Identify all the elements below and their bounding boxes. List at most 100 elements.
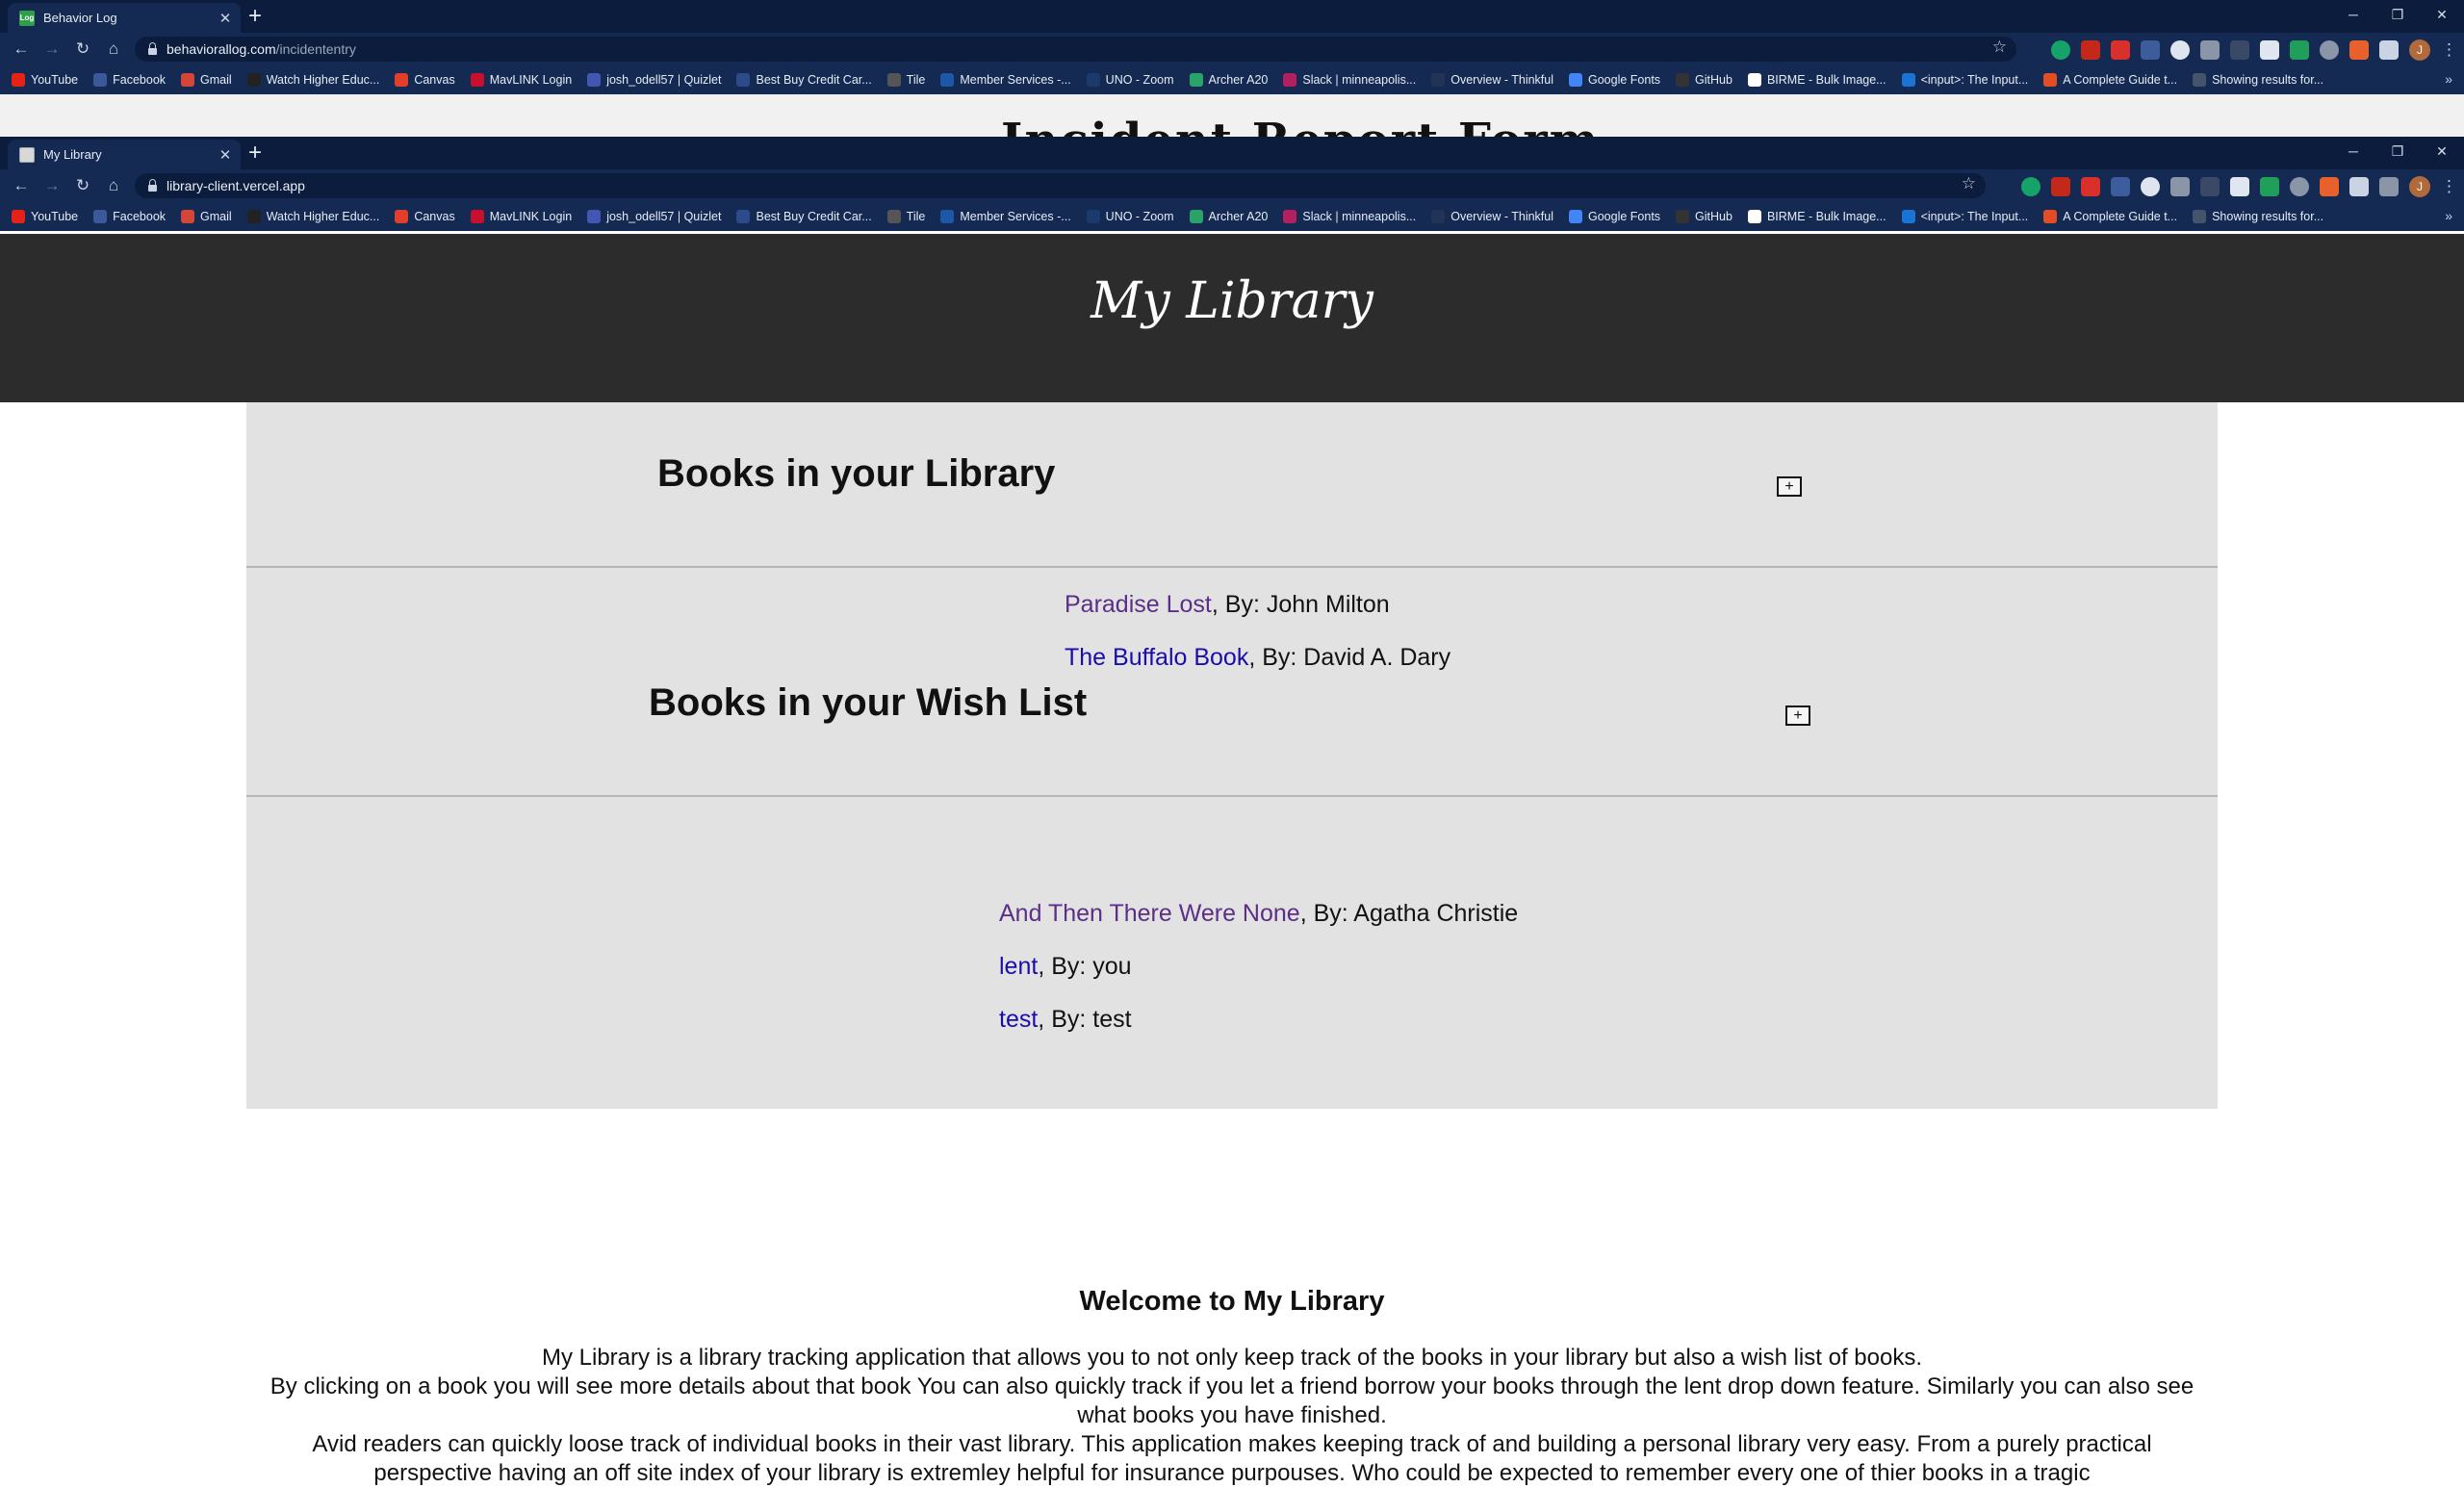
bookmark-item[interactable]: UNO - Zoom [1086, 73, 1174, 87]
bookmark-item[interactable]: Overview - Thinkful [1431, 73, 1553, 87]
color-picker-extension-icon[interactable] [2230, 40, 2249, 60]
restore-icon[interactable]: ❐ [2375, 137, 2420, 169]
bookmark-item[interactable]: UNO - Zoom [1086, 210, 1174, 223]
reading-list-icon[interactable] [2379, 177, 2399, 196]
bookmark-item[interactable]: Archer A20 [1189, 210, 1268, 223]
profile-avatar[interactable]: J [2409, 39, 2430, 61]
grammarly-extension-icon[interactable] [2051, 40, 2070, 60]
address-bar[interactable]: behaviorallog.com/incidententry ☆ [135, 37, 2016, 62]
bookmark-item[interactable]: Facebook [93, 73, 166, 87]
wordpress-extension-icon[interactable] [2320, 40, 2339, 60]
bookmark-item[interactable]: Member Services -... [940, 73, 1071, 87]
home-icon[interactable]: ⌂ [98, 176, 129, 195]
minimize-icon[interactable]: ─ [2331, 137, 2375, 169]
book-link[interactable]: lent [999, 953, 1038, 980]
bookmark-item[interactable]: Google Fonts [1569, 73, 1660, 87]
bookmark-item[interactable]: BIRME - Bulk Image... [1747, 210, 1886, 223]
puzzle-extensions-icon[interactable] [2349, 177, 2369, 196]
bookmark-item[interactable]: Archer A20 [1189, 73, 1268, 87]
more-bookmarks-icon[interactable]: » [2445, 208, 2452, 223]
pdf-extension-icon[interactable] [2051, 177, 2070, 196]
forward-arrow-icon[interactable]: → [37, 39, 67, 59]
bookmark-item[interactable]: josh_odell57 | Quizlet [587, 210, 721, 223]
wordpress-extension-icon[interactable] [2290, 177, 2309, 196]
more-bookmarks-icon[interactable]: » [2445, 71, 2452, 87]
bookmark-item[interactable]: Canvas [395, 210, 455, 223]
bookmark-item[interactable]: Gmail [181, 210, 232, 223]
bookmark-item[interactable]: Watch Higher Educ... [246, 73, 379, 87]
back-arrow-icon[interactable]: ← [6, 176, 37, 195]
profile-avatar[interactable]: J [2409, 176, 2430, 197]
bookmark-star-icon[interactable]: ☆ [1992, 38, 2007, 57]
tab-behavior-log[interactable]: Log Behavior Log ✕ [8, 3, 241, 33]
tab-close-icon[interactable]: ✕ [216, 10, 235, 27]
bookmark-item[interactable]: Best Buy Credit Car... [736, 73, 872, 87]
facebook-extension-icon[interactable] [2141, 40, 2160, 60]
restore-icon[interactable]: ❐ [2375, 0, 2420, 33]
bookmark-item[interactable]: BIRME - Bulk Image... [1747, 73, 1886, 87]
bookmark-item[interactable]: Showing results for... [2193, 73, 2323, 87]
tab-my-library[interactable]: My Library ✕ [8, 140, 241, 169]
bookmark-item[interactable]: Slack | minneapolis... [1283, 73, 1416, 87]
bookmark-item[interactable]: MavLINK Login [470, 73, 572, 87]
bookmark-item[interactable]: Slack | minneapolis... [1283, 210, 1416, 223]
lastpass-extension-icon[interactable] [2111, 40, 2130, 60]
color-picker-extension-icon[interactable] [2200, 177, 2220, 196]
tracking-extension-icon[interactable] [2170, 40, 2190, 60]
bookmark-item[interactable]: <input>: The Input... [1901, 210, 2028, 223]
pen-extension-icon[interactable] [2320, 177, 2339, 196]
lastpass-extension-icon[interactable] [2081, 177, 2100, 196]
bookmark-item[interactable]: Member Services -... [940, 210, 1071, 223]
bookmark-item[interactable]: Facebook [93, 210, 166, 223]
bookmark-item[interactable]: YouTube [12, 73, 78, 87]
bookmark-item[interactable]: A Complete Guide t... [2043, 210, 2177, 223]
bookmark-star-icon[interactable]: ☆ [1962, 174, 1976, 193]
address-bar[interactable]: library-client.vercel.app ☆ [135, 173, 1986, 198]
window-extension-icon[interactable] [2200, 40, 2220, 60]
bookmark-item[interactable]: Best Buy Credit Car... [736, 210, 872, 223]
close-icon[interactable]: ✕ [2420, 137, 2464, 169]
book-link[interactable]: And Then There Were None [999, 900, 1300, 927]
bookmark-item[interactable]: GitHub [1676, 210, 1732, 223]
bookmark-item[interactable]: GitHub [1676, 73, 1732, 87]
close-icon[interactable]: ✕ [2420, 0, 2464, 33]
menu-kebab-icon[interactable]: ⋮ [2441, 177, 2457, 196]
menu-kebab-icon[interactable]: ⋮ [2441, 40, 2457, 60]
bookmark-item[interactable]: <input>: The Input... [1901, 73, 2028, 87]
library-expand-button[interactable]: + [1777, 476, 1802, 497]
pdf-extension-icon[interactable] [2081, 40, 2100, 60]
reload-icon[interactable]: ↻ [67, 176, 98, 195]
screenshot-extension-icon[interactable] [2230, 177, 2249, 196]
bookmark-item[interactable]: Google Fonts [1569, 210, 1660, 223]
forward-arrow-icon[interactable]: → [37, 176, 67, 195]
tab-close-icon[interactable]: ✕ [216, 146, 235, 164]
grammarly-extension-icon[interactable] [2021, 177, 2040, 196]
bookmark-item[interactable]: YouTube [12, 210, 78, 223]
bookmark-item[interactable]: Canvas [395, 73, 455, 87]
flag-extension-icon[interactable] [2290, 40, 2309, 60]
minimize-icon[interactable]: ─ [2331, 0, 2375, 33]
bookmark-item[interactable]: Overview - Thinkful [1431, 210, 1553, 223]
bookmark-item[interactable]: Showing results for... [2193, 210, 2323, 223]
new-tab-plus-icon[interactable]: + [248, 5, 262, 28]
bookmark-item[interactable]: A Complete Guide t... [2043, 73, 2177, 87]
wishlist-expand-button[interactable]: + [1785, 706, 1810, 726]
bookmark-item[interactable]: josh_odell57 | Quizlet [587, 73, 721, 87]
reload-icon[interactable]: ↻ [67, 39, 98, 59]
tracking-extension-icon[interactable] [2141, 177, 2160, 196]
book-link[interactable]: test [999, 1006, 1038, 1033]
pen-extension-icon[interactable] [2349, 40, 2369, 60]
bookmark-item[interactable]: Tile [886, 73, 925, 87]
puzzle-extensions-icon[interactable] [2379, 40, 2399, 60]
new-tab-plus-icon[interactable]: + [248, 141, 262, 165]
screenshot-extension-icon[interactable] [2260, 40, 2279, 60]
book-link[interactable]: Paradise Lost [1065, 591, 1212, 618]
window-extension-icon[interactable] [2170, 177, 2190, 196]
bookmark-item[interactable]: Gmail [181, 73, 232, 87]
home-icon[interactable]: ⌂ [98, 39, 129, 59]
back-arrow-icon[interactable]: ← [6, 39, 37, 59]
bookmark-item[interactable]: Tile [886, 210, 925, 223]
bookmark-item[interactable]: Watch Higher Educ... [246, 210, 379, 223]
flag-extension-icon[interactable] [2260, 177, 2279, 196]
bookmark-item[interactable]: MavLINK Login [470, 210, 572, 223]
